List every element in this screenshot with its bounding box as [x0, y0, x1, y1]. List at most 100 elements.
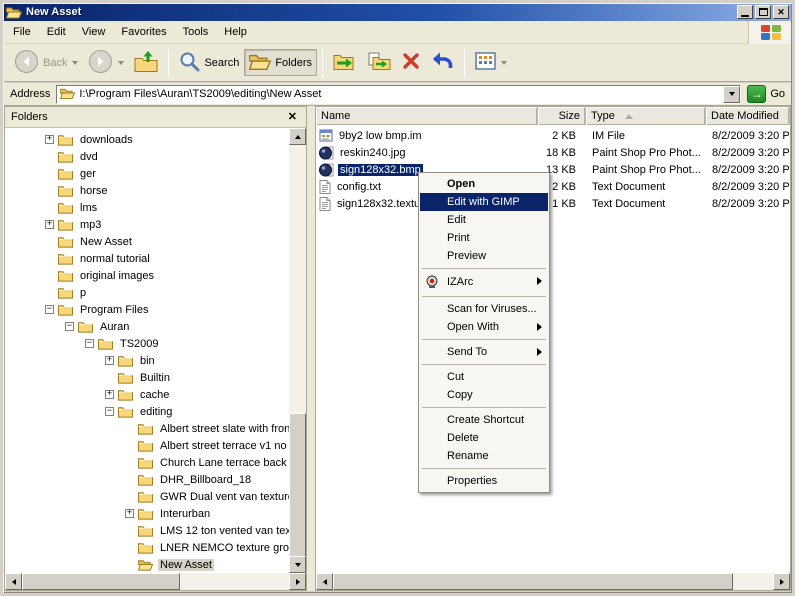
files-scroll-right-button[interactable] [773, 573, 790, 590]
column-header-size[interactable]: Size [538, 107, 586, 125]
move-to-button[interactable] [328, 48, 362, 78]
views-dropdown-icon[interactable] [501, 61, 507, 65]
expand-icon[interactable]: + [45, 220, 54, 229]
address-input[interactable]: I:\Program Files\Auran\TS2009\editing\Ne… [56, 85, 741, 104]
column-header-name[interactable]: Name [316, 107, 538, 125]
context-menu-item-cut[interactable]: Cut [420, 368, 548, 386]
undo-button[interactable] [426, 48, 459, 77]
pane-splitter[interactable] [307, 106, 315, 591]
context-menu-item-copy[interactable]: Copy [420, 386, 548, 404]
minimize-button[interactable] [737, 5, 753, 19]
tree-item-albert-street-slate-with-fron[interactable]: Albert street slate with fron [5, 420, 289, 437]
copy-to-button[interactable] [362, 48, 396, 78]
tree-item-builtin[interactable]: Builtin [5, 369, 289, 386]
menu-edit[interactable]: Edit [39, 23, 74, 41]
tree-item-new-asset[interactable]: New Asset [5, 233, 289, 250]
collapse-icon[interactable]: − [105, 407, 114, 416]
tree-item-p[interactable]: p [5, 284, 289, 301]
tree-item-auran[interactable]: −Auran [5, 318, 289, 335]
tree-scroll-up-button[interactable] [289, 128, 306, 145]
tree-horizontal-scrollbar[interactable] [5, 573, 306, 590]
files-scroll-left-button[interactable] [316, 573, 333, 590]
context-menu-item-open[interactable]: Open [420, 175, 548, 193]
context-menu-item-send-to[interactable]: Send To [420, 343, 548, 361]
menu-help[interactable]: Help [216, 23, 255, 41]
tree-vertical-scrollbar[interactable] [289, 128, 306, 573]
tree-item-lner-nemco-texture-group[interactable]: LNER NEMCO texture group [5, 539, 289, 556]
context-menu-item-edit-with-gimp[interactable]: Edit with GIMP [420, 193, 548, 211]
files-hscroll-thumb[interactable] [333, 573, 733, 590]
tree-scroll-down-button[interactable] [289, 556, 306, 573]
tree-item-lms-12-ton-vented-van-text[interactable]: LMS 12 ton vented van text [5, 522, 289, 539]
tree-item-mp3[interactable]: +mp3 [5, 216, 289, 233]
back-button[interactable]: Back [9, 46, 83, 80]
context-menu-item-rename[interactable]: Rename [420, 447, 548, 465]
up-button[interactable] [129, 47, 163, 79]
tree-item-dhr-billboard-18[interactable]: DHR_Billboard_18 [5, 471, 289, 488]
collapse-icon[interactable]: − [85, 339, 94, 348]
collapse-icon[interactable]: − [65, 322, 74, 331]
menu-file[interactable]: File [5, 23, 39, 41]
expand-icon[interactable]: + [105, 390, 114, 399]
tree-hscroll-thumb[interactable] [22, 573, 180, 590]
file-row-config-txt[interactable]: config.txt2 KBText Document8/2/2009 3:20… [316, 178, 790, 195]
folders-button[interactable]: Folders [244, 49, 317, 76]
file-row-reskin240-jpg[interactable]: reskin240.jpg18 KBPaint Shop Pro Phot...… [316, 144, 790, 161]
collapse-icon[interactable]: − [45, 305, 54, 314]
context-menu-item-preview[interactable]: Preview [420, 247, 548, 265]
expand-icon[interactable]: + [45, 135, 54, 144]
menu-tools[interactable]: Tools [175, 23, 217, 41]
tree-item-church-lane-terrace-back-g[interactable]: Church Lane terrace back g [5, 454, 289, 471]
expand-icon[interactable]: + [105, 356, 114, 365]
files-pane: NameSizeTypeDate Modified 9by2 low bmp.i… [315, 106, 791, 591]
file-row-9by2-low-bmp-im[interactable]: 9by2 low bmp.im2 KBIM File8/2/2009 3:20 … [316, 127, 790, 144]
forward-button[interactable] [83, 46, 129, 80]
tree-scroll-right-button[interactable] [289, 573, 306, 590]
maximize-button[interactable] [755, 5, 771, 19]
column-header-type[interactable]: Type [586, 107, 706, 125]
tree-item-bin[interactable]: +bin [5, 352, 289, 369]
file-row-sign128x32-bmp[interactable]: sign128x32.bmp13 KBPaint Shop Pro Phot..… [316, 161, 790, 178]
tree-item-horse[interactable]: horse [5, 182, 289, 199]
tree-item-albert-street-terrace-v1-no[interactable]: Albert street terrace v1 no [5, 437, 289, 454]
search-button[interactable]: Search [174, 48, 244, 78]
tree-item-original-images[interactable]: original images [5, 267, 289, 284]
context-menu-item-scan-for-viruses[interactable]: Scan for Viruses... [420, 300, 548, 318]
menu-favorites[interactable]: Favorites [113, 23, 174, 41]
views-button[interactable] [470, 49, 512, 76]
tree-scroll-left-button[interactable] [5, 573, 22, 590]
files-horizontal-scrollbar[interactable] [316, 573, 790, 590]
context-menu-item-edit[interactable]: Edit [420, 211, 548, 229]
tree-item-cache[interactable]: +cache [5, 386, 289, 403]
tree-item-label: normal tutorial [78, 253, 152, 265]
tree-item-normal-tutorial[interactable]: normal tutorial [5, 250, 289, 267]
tree-item-program-files[interactable]: −Program Files [5, 301, 289, 318]
context-menu-item-open-with[interactable]: Open With [420, 318, 548, 336]
tree-item-new-asset[interactable]: New Asset [5, 556, 289, 573]
tree-item-downloads[interactable]: +downloads [5, 131, 289, 148]
file-row-sign128x32-textu[interactable]: sign128x32.textu1 KBText Document8/2/200… [316, 195, 790, 212]
tree-item-editing[interactable]: −editing [5, 403, 289, 420]
close-button[interactable]: ✕ [773, 5, 789, 19]
context-menu-item-izarc[interactable]: IZArc [420, 272, 548, 293]
context-menu-item-delete[interactable]: Delete [420, 429, 548, 447]
go-button[interactable]: → Go [747, 85, 789, 103]
tree-item-interurban[interactable]: +Interurban [5, 505, 289, 522]
tree-item-dvd[interactable]: dvd [5, 148, 289, 165]
close-folders-pane-button[interactable]: ✕ [285, 111, 300, 124]
tree-item-ts2009[interactable]: −TS2009 [5, 335, 289, 352]
tree-vscroll-thumb[interactable] [289, 413, 306, 564]
back-dropdown-icon[interactable] [72, 61, 78, 65]
context-menu-item-print[interactable]: Print [420, 229, 548, 247]
forward-dropdown-icon[interactable] [118, 61, 124, 65]
context-menu-item-properties[interactable]: Properties [420, 472, 548, 490]
tree-item-gwr-dual-vent-van-texture[interactable]: GWR Dual vent van texture [5, 488, 289, 505]
menu-view[interactable]: View [74, 23, 114, 41]
column-header-date-modified[interactable]: Date Modified [706, 107, 790, 125]
context-menu-item-create-shortcut[interactable]: Create Shortcut [420, 411, 548, 429]
expand-icon[interactable]: + [125, 509, 134, 518]
delete-button[interactable] [396, 48, 426, 77]
tree-item-ger[interactable]: ger [5, 165, 289, 182]
address-dropdown-button[interactable] [723, 86, 740, 103]
tree-item-lms[interactable]: lms [5, 199, 289, 216]
